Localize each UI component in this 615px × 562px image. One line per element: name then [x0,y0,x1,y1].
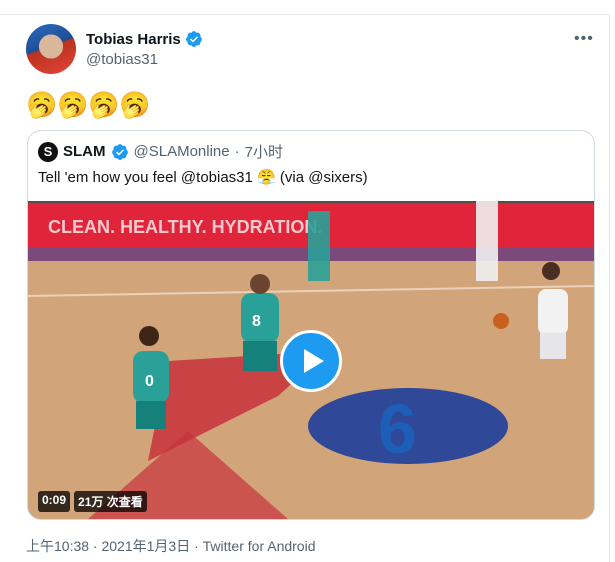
svg-text:0: 0 [145,373,154,390]
quoted-time[interactable]: 7小时 [245,141,283,162]
video-duration: 0:09 [38,491,71,512]
author-name[interactable]: Tobias Harris [86,31,181,48]
quoted-author-name[interactable]: SLAM [63,143,106,160]
more-options-icon[interactable]: ••• [574,30,594,48]
quoted-avatar[interactable]: S [38,141,58,162]
quoted-text: Tell 'em how you feel @tobias31 😤 (via @… [38,169,368,186]
tweet-timestamp[interactable]: 上午10:38 · 2021年1月3日 [26,538,190,554]
play-button[interactable] [280,330,342,392]
tweet-footer: 上午10:38 · 2021年1月3日 · Twitter for Androi… [26,536,315,556]
author-avatar[interactable] [26,24,76,74]
quoted-handle[interactable]: @SLAMonline [134,143,230,160]
author-handle[interactable]: @tobias31 [86,51,158,68]
verified-badge-icon [111,143,128,160]
video-views: 21万 次查看 [74,491,147,512]
basketball [493,313,509,329]
video-player[interactable]: CLEAN. HEALTHY. HYDRATION. 6 8 0 0:09 21… [28,201,594,519]
verified-badge-icon [185,31,202,47]
floor-number: 6 [378,390,417,468]
author-name-row[interactable]: Tobias Harris [86,30,203,48]
court-banner-text: CLEAN. HEALTHY. HYDRATION. [48,217,322,237]
tweet-text: 🥱🥱🥱🥱 [26,91,151,119]
svg-text:8: 8 [252,313,261,330]
tweet-client[interactable]: Twitter for Android [203,538,316,554]
quoted-tweet[interactable]: S SLAM @SLAMonline · 7小时 Tell 'em how yo… [27,130,595,520]
separator-dot: · [194,538,203,554]
video-badges: 0:09 21万 次查看 [38,491,147,512]
quoted-header: S SLAM @SLAMonline · 7小时 [38,141,283,162]
play-icon [303,349,324,373]
separator-dot: · [234,143,240,160]
